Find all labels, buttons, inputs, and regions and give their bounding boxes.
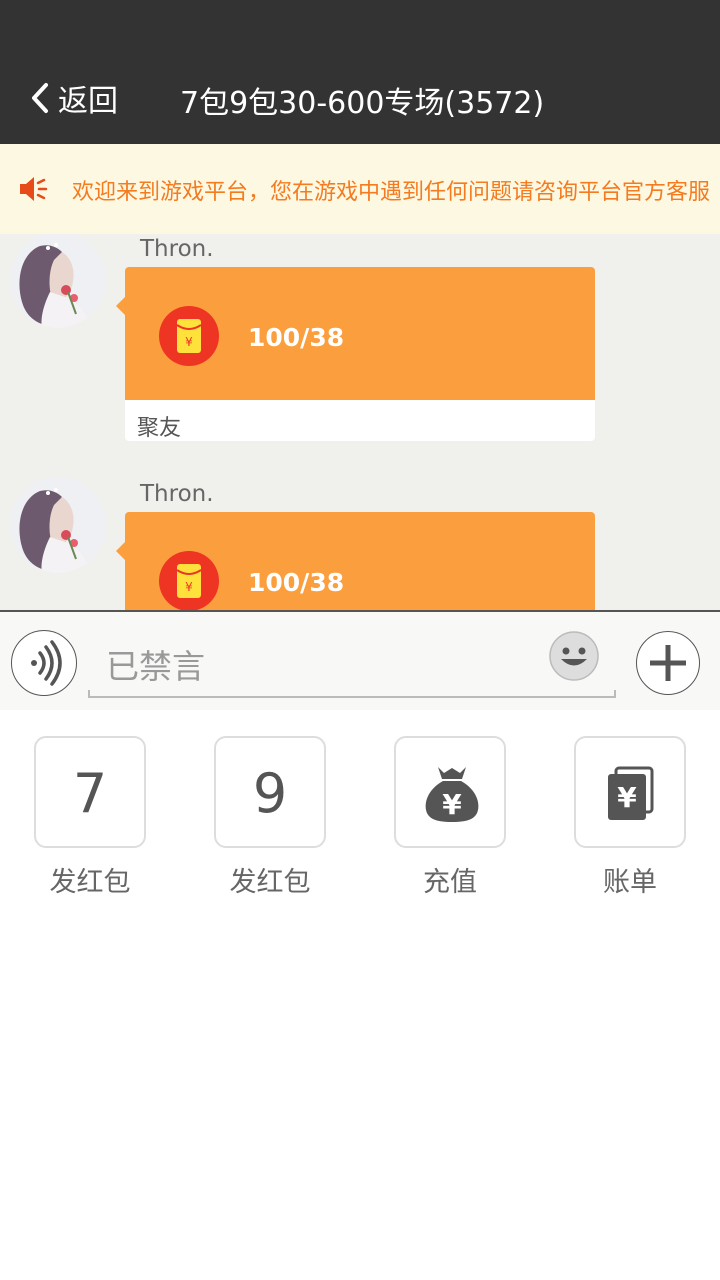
red-packet-card[interactable]: ¥ 100/38 [125,512,595,610]
red-packet-icon: ¥ [159,551,219,610]
action-tile-box: ¥ [574,736,686,848]
action-label: 发红包 [229,867,311,898]
plus-icon [650,645,686,681]
action-glyph: 9 [252,762,288,825]
red-packet-amount: 100/38 [248,323,345,352]
chevron-left-icon [32,83,48,113]
avatar-image [10,234,106,328]
red-packet-footer: 聚友 [137,416,182,441]
speaker-icon [20,177,48,201]
voice-icon [31,640,62,686]
sender-name: Thron. [140,236,214,262]
chat-message: Thron. ¥ 100/38 聚友 [0,234,720,474]
page-title: 7包9包30-600专场(3572) [180,86,545,121]
action-tile-box: 9 [214,736,326,848]
recharge-button[interactable]: ¥ 充值 [394,736,506,899]
input-bar: 已禁言 [0,610,720,710]
sender-name: Thron. [140,481,214,507]
header: 返回 7包9包30-600专场(3572) [0,50,720,144]
avatar-image [10,477,106,573]
announcement-text: 欢迎来到游戏平台，您在游戏中遇到任何问题请咨询平台官方客服 [72,180,711,205]
avatar[interactable] [10,477,106,573]
action-tile-box: 7 [34,736,146,848]
bill-icon: ¥ [608,766,654,820]
svg-text:¥: ¥ [617,781,637,814]
chat-area[interactable]: Thron. ¥ 100/38 聚友 Thron. ¥ 100/38 [0,234,720,610]
action-tile-box: ¥ [394,736,506,848]
more-button[interactable] [636,631,700,695]
action-glyph: 7 [72,762,108,825]
chat-message: Thron. ¥ 100/38 [0,477,720,610]
send-red-packet-7-button[interactable]: 7 发红包 [34,736,146,899]
red-packet-icon: ¥ [159,306,219,366]
red-packet-card[interactable]: ¥ 100/38 聚友 [125,267,595,441]
action-label: 账单 [603,867,657,898]
back-button[interactable]: 返回 [26,78,118,119]
back-label: 返回 [58,84,118,119]
avatar[interactable] [10,234,106,328]
action-label: 发红包 [49,867,131,898]
red-packet-amount: 100/38 [248,568,345,597]
action-label: 充值 [423,867,477,898]
svg-text:¥: ¥ [185,580,193,594]
svg-text:¥: ¥ [442,788,462,821]
message-input[interactable]: 已禁言 [88,626,616,698]
voice-button[interactable] [11,630,77,696]
send-red-packet-9-button[interactable]: 9 发红包 [214,736,326,899]
announcement-bar: 欢迎来到游戏平台，您在游戏中遇到任何问题请咨询平台官方客服 [0,144,720,234]
money-bag-icon: ¥ [425,767,479,822]
svg-text:¥: ¥ [185,335,193,349]
status-bar [0,0,720,50]
bill-button[interactable]: ¥ 账单 [574,736,686,899]
message-input-placeholder: 已禁言 [106,647,205,686]
action-panel: 7 发红包 9 发红包 ¥ 充值 ¥ 账单 [0,710,720,910]
emoji-icon[interactable] [548,630,600,682]
